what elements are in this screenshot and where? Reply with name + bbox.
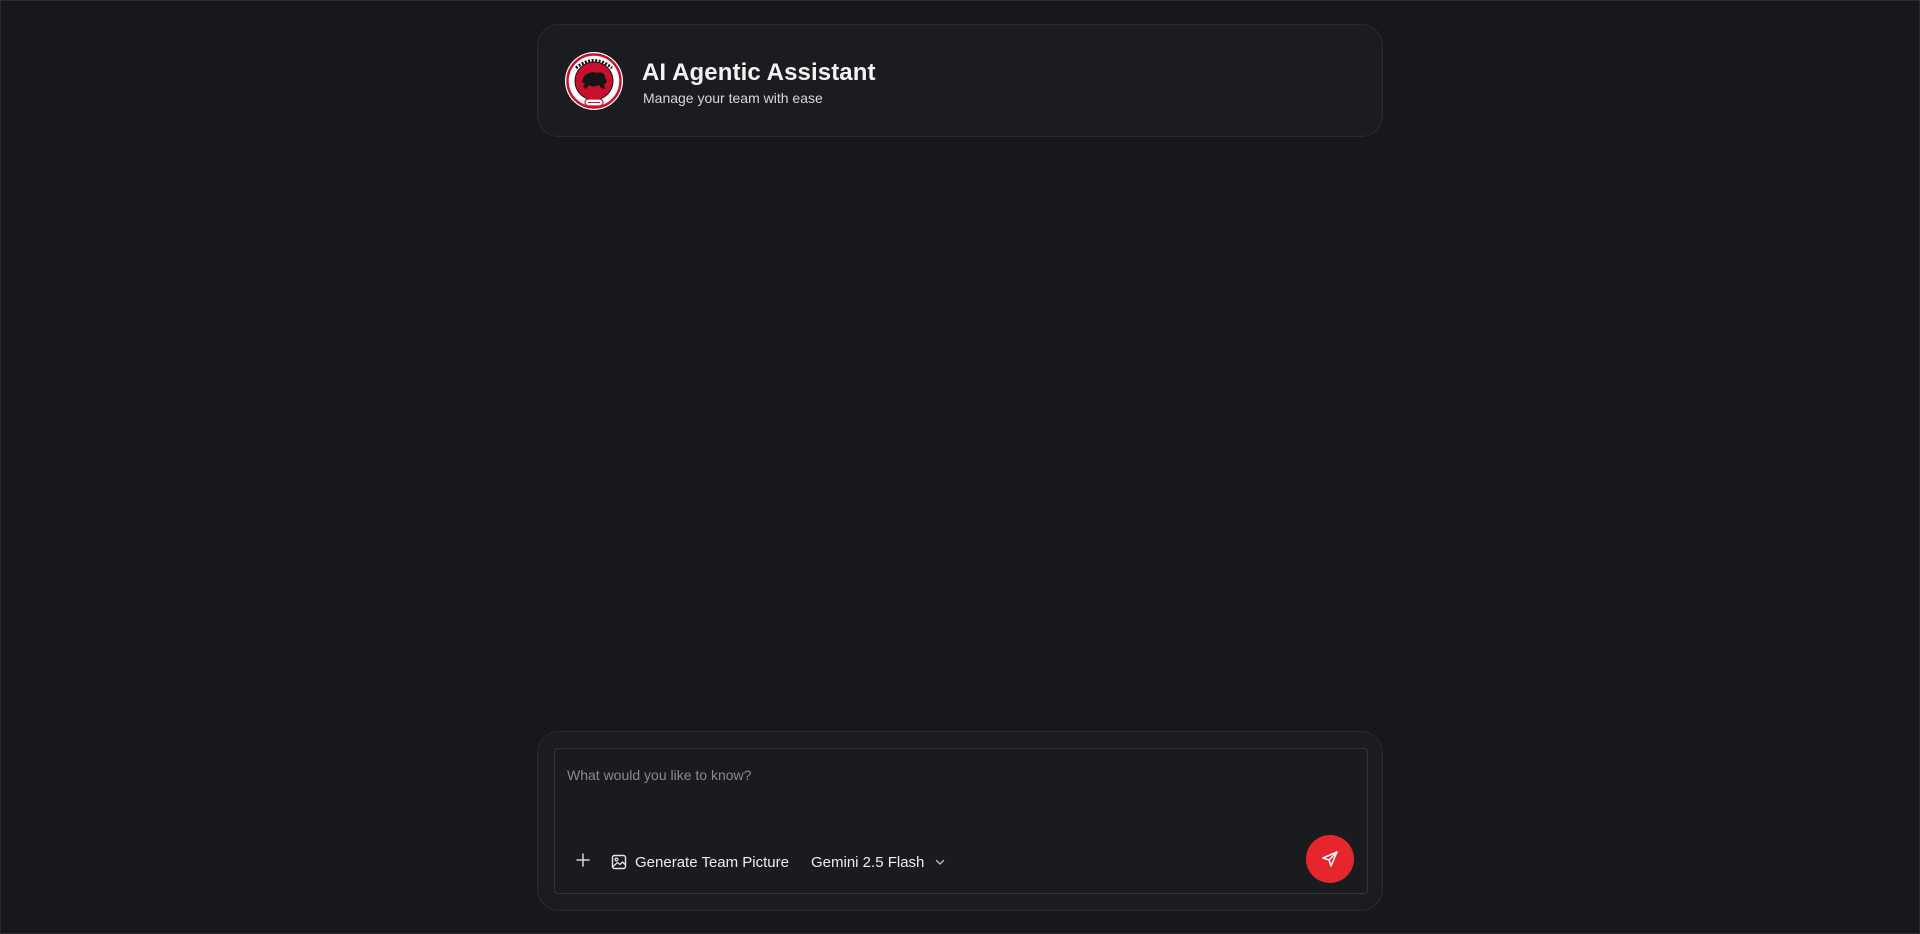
add-attachment-button[interactable] [571,850,595,874]
generate-team-picture-button[interactable]: Generate Team Picture [611,849,789,875]
image-icon [611,854,627,870]
model-select[interactable]: Gemini 2.5 Flash [811,849,946,875]
composer-box: Generate Team Picture Gemini 2.5 Flash [554,748,1368,894]
composer-card: Generate Team Picture Gemini 2.5 Flash [537,731,1383,911]
app-window: AI Agentic Assistant Manage your team wi… [0,0,1920,934]
header-card: AI Agentic Assistant Manage your team wi… [537,24,1383,137]
generate-team-picture-label: Generate Team Picture [635,853,789,871]
page-title: AI Agentic Assistant [642,59,876,86]
prompt-input[interactable] [567,767,1347,803]
team-logo [564,51,624,111]
model-select-value: Gemini 2.5 Flash [811,853,925,871]
plus-icon [576,852,590,872]
chevron-down-icon [934,856,946,868]
send-icon [1321,850,1339,868]
page-subtitle: Manage your team with ease [643,90,823,106]
send-button[interactable] [1306,835,1354,883]
